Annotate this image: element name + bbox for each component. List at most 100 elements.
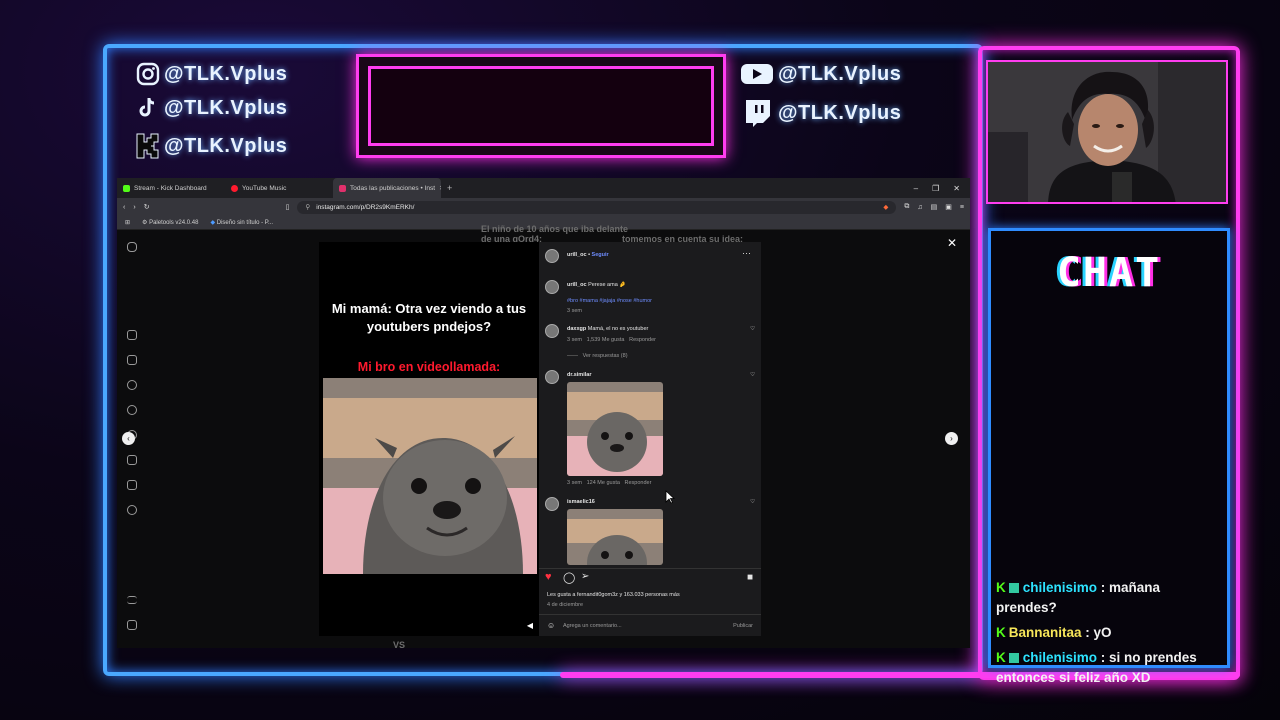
window-controls: – ❐ ✕ xyxy=(914,184,970,193)
close-window-icon[interactable]: ✕ xyxy=(953,184,960,193)
post-media[interactable]: Mi mamá: Otra vez viendo a tus youtubers… xyxy=(319,242,539,636)
bookmark-icon[interactable]: ▯ xyxy=(286,203,290,211)
messages-icon[interactable] xyxy=(127,380,137,390)
social-handle: @TLK.Vplus xyxy=(778,101,902,124)
social-handle: @TLK.Vplus xyxy=(778,62,902,85)
background-caption-bottom: VS xyxy=(393,640,406,648)
post-author[interactable]: urill_oc xyxy=(567,252,587,258)
tab-youtube-music[interactable]: YouTube Music xyxy=(225,178,333,198)
comment-user[interactable]: ismaelic16 xyxy=(567,499,595,505)
follow-button[interactable]: Seguir xyxy=(592,252,609,258)
music-icon[interactable]: ♫ xyxy=(917,204,922,211)
chat-messages: Kchilenisimo : mañana prendes? K Bannanit… xyxy=(996,578,1224,693)
site-info-icon: ⚲ xyxy=(305,204,311,211)
caption-time: 3 sem xyxy=(567,308,582,314)
chat-message: Kchilenisimo : si no prendes entonces si… xyxy=(996,648,1224,688)
kick-badge-icon: K xyxy=(996,580,1006,595)
kick-icon xyxy=(136,133,160,159)
create-icon[interactable] xyxy=(127,480,137,490)
caption-user[interactable]: urill_oc xyxy=(567,282,587,288)
social-handle: @TLK.Vplus xyxy=(164,62,288,85)
reply-button[interactable]: Responder xyxy=(629,337,656,343)
comment-avatar[interactable] xyxy=(545,370,559,384)
tab-kick-dashboard[interactable]: Stream - Kick Dashboard xyxy=(117,178,225,198)
comment-avatar[interactable] xyxy=(545,324,559,338)
chat-username: Bannanitaa xyxy=(1008,625,1082,640)
chat-message: Kchilenisimo : mañana prendes? xyxy=(996,578,1224,618)
new-tab-icon[interactable]: + xyxy=(441,183,458,193)
kick-favicon-icon xyxy=(123,184,130,192)
share-icon[interactable]: ➢ xyxy=(581,571,589,582)
instagram-page: El niño de 10 años que iba delante de un… xyxy=(117,224,970,648)
youtube-icon xyxy=(740,62,774,86)
caption-avatar xyxy=(545,280,559,294)
home-icon[interactable] xyxy=(127,330,137,340)
close-post-icon[interactable]: ✕ xyxy=(947,236,957,250)
subscriber-badge-icon xyxy=(1008,583,1019,593)
social-instagram: @TLK.Vplus xyxy=(136,62,287,86)
also-from-meta-icon[interactable] xyxy=(127,620,137,630)
url-text: instagram.com/p/DR2s9KmERKh/ xyxy=(316,203,415,211)
previous-post-button[interactable]: ‹ xyxy=(122,432,135,445)
more-options-icon[interactable]: ··· xyxy=(742,248,751,258)
emoji-icon[interactable]: ☺ xyxy=(547,621,555,630)
dog-photo xyxy=(323,378,537,574)
author-avatar[interactable] xyxy=(545,249,559,263)
bookmark-paletools[interactable]: ⚙ Paletools v24.0.48 xyxy=(142,219,198,226)
instagram-icon xyxy=(136,62,160,86)
next-post-button[interactable]: › xyxy=(945,432,958,445)
bookmark-canva[interactable]: ◆ Diseño sin título - P... xyxy=(210,219,273,226)
save-post-icon[interactable]: ■ xyxy=(747,572,753,583)
view-replies[interactable]: —— Ver respuestas (8) xyxy=(567,353,628,359)
mute-audio-icon[interactable]: ◀ xyxy=(527,621,533,630)
sidebar-icon[interactable]: ▤ xyxy=(931,203,938,211)
comment-input[interactable]: Agrega un comentario... xyxy=(563,623,622,629)
social-kick: @TLK.Vplus xyxy=(136,133,287,159)
menu-icon[interactable]: ≡ xyxy=(960,204,964,211)
tab-instagram[interactable]: Todas las publicaciones • Inst ✕ xyxy=(333,178,441,198)
comment-icon[interactable]: ◯ xyxy=(563,571,575,584)
tab-bar: Stream - Kick Dashboard YouTube Music To… xyxy=(117,178,970,198)
reply-button[interactable]: Responder xyxy=(625,480,652,486)
maximize-icon[interactable]: ❐ xyxy=(932,184,939,193)
brave-shield-icon[interactable]: ◆ xyxy=(883,203,888,211)
comment-user[interactable]: daxxgp xyxy=(567,326,586,332)
liked-heart-icon[interactable]: ♥ xyxy=(545,571,552,583)
minimize-icon[interactable]: – xyxy=(914,184,918,193)
back-icon[interactable]: ‹ xyxy=(123,204,125,211)
tab-label: YouTube Music xyxy=(242,184,287,192)
address-toolbar: ‹ › ↻ ▯ ⚲ instagram.com/p/DR2s9KmERKh/ ◆… xyxy=(117,198,970,216)
social-youtube: @TLK.Vplus xyxy=(740,62,901,86)
notifications-icon[interactable] xyxy=(127,455,137,465)
comment-image[interactable] xyxy=(567,382,663,476)
comment-user[interactable]: dr.similar xyxy=(567,372,591,378)
mouse-cursor-icon xyxy=(665,490,675,504)
like-comment-icon[interactable]: ♡ xyxy=(750,499,755,505)
chat-username: chilenisimo xyxy=(1022,650,1098,665)
liked-by[interactable]: Les gusta a fernandit0gom3z y 163.033 pe… xyxy=(547,592,680,598)
chat-title: CHAT xyxy=(1056,250,1162,296)
kick-badge-icon: K xyxy=(996,650,1006,665)
comment-avatar[interactable] xyxy=(545,497,559,511)
reels-icon[interactable] xyxy=(127,355,137,365)
subscriber-badge-icon xyxy=(1008,653,1019,663)
wallet-icon[interactable]: ▣ xyxy=(945,203,952,211)
reload-icon[interactable]: ↻ xyxy=(144,203,150,211)
webcam-person-image xyxy=(988,62,1226,202)
like-comment-icon[interactable]: ♡ xyxy=(750,326,755,332)
profile-icon[interactable] xyxy=(127,505,137,515)
chat-message: K Bannanitaa : yO xyxy=(996,623,1224,643)
tab-label: Stream - Kick Dashboard xyxy=(134,184,207,192)
search-icon[interactable] xyxy=(127,405,137,415)
url-field[interactable]: ⚲ instagram.com/p/DR2s9KmERKh/ ◆ xyxy=(297,200,897,214)
caption-hashtags[interactable]: #bro #mama #jajaja #nose #humor xyxy=(567,298,652,304)
apps-grid-icon[interactable]: ⊞ xyxy=(125,219,130,226)
like-comment-icon[interactable]: ♡ xyxy=(750,372,755,378)
more-menu-icon[interactable] xyxy=(127,596,137,604)
publish-button[interactable]: Publicar xyxy=(733,623,753,629)
instagram-logo-icon[interactable] xyxy=(127,242,137,252)
social-handle: @TLK.Vplus xyxy=(164,96,288,119)
extensions-icon[interactable]: ⧉ xyxy=(904,203,909,211)
forward-icon[interactable]: › xyxy=(133,204,135,211)
comment-image[interactable] xyxy=(567,509,663,565)
